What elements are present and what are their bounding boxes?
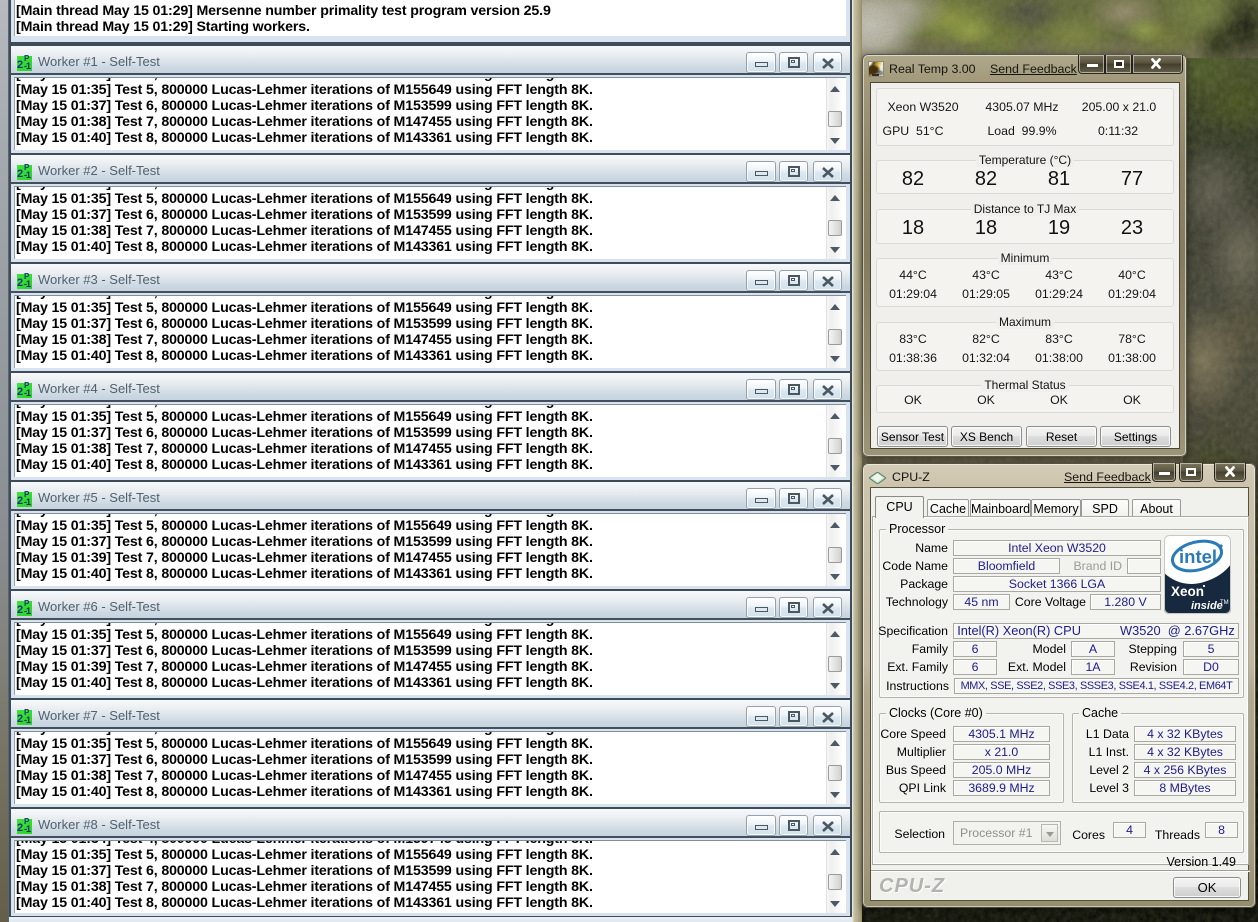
svg-text:Xeon: Xeon [1171,584,1204,599]
svg-text:inside: inside [1191,600,1223,612]
svg-text:intel: intel [1179,546,1217,567]
svg-text:TM: TM [1220,600,1229,606]
